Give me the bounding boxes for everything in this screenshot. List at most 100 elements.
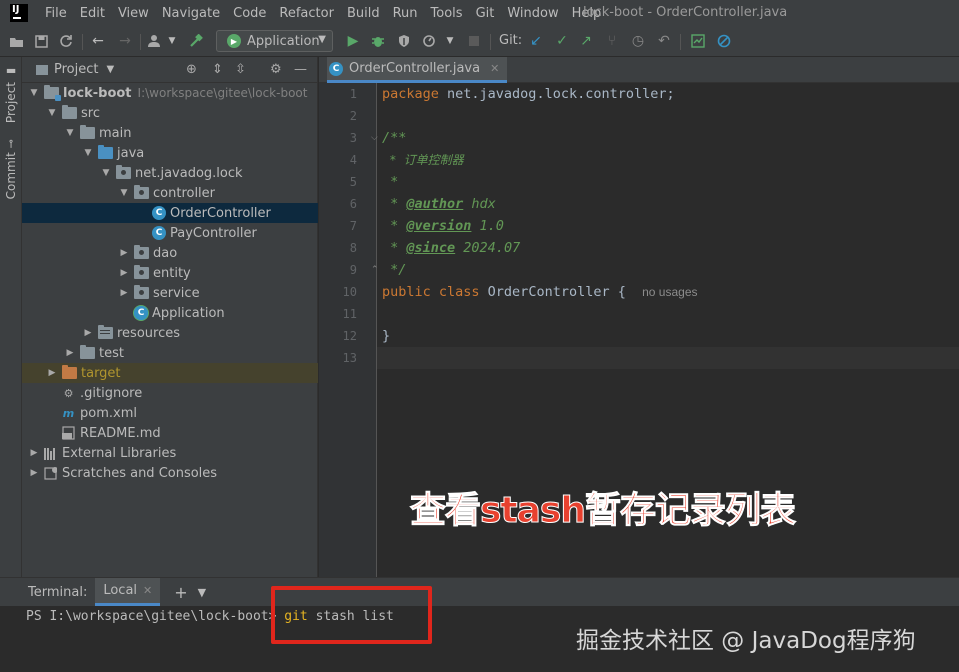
tree-item-label: OrderController [170,205,271,221]
tree-item-net-javadog-lock[interactable]: ▼ net.javadog.lock [22,163,318,183]
chevron-right-icon[interactable]: ▶ [82,328,94,338]
menu-code[interactable]: Code [226,6,272,21]
menu-view[interactable]: View [111,6,155,21]
project-view-selector[interactable]: Project [54,62,98,77]
tab-project-tool-window[interactable]: Project ▬ [1,65,21,123]
git-history-icon[interactable]: ◷ [630,33,646,49]
expand-all-icon[interactable]: ⇳ [235,62,246,77]
tree-item-readme[interactable]: README.md [22,423,318,443]
menu-run[interactable]: Run [386,6,424,21]
run-configuration-select[interactable]: ▶ Application ▼ [216,30,333,52]
menu-build[interactable]: Build [340,6,386,21]
application-config-icon: ▶ [227,34,241,48]
collapse-all-icon[interactable]: ⇕ [212,62,223,77]
run-icon[interactable]: ▶ [345,33,361,49]
menu-tools[interactable]: Tools [424,6,469,21]
chevron-down-icon[interactable]: ▼ [28,88,40,98]
package-icon [134,285,149,299]
chevron-down-icon[interactable]: ▼ [46,108,58,118]
chevron-down-icon[interactable]: ▼ [118,188,130,198]
tree-item-paycontroller[interactable]: C PayController [22,223,318,243]
no-entry-icon[interactable] [716,33,732,49]
menu-git[interactable]: Git [469,6,501,21]
java-class-icon: C [152,226,166,240]
chevron-down-icon[interactable]: ▼ [106,64,114,75]
menu-window[interactable]: Window [500,6,564,21]
close-icon[interactable]: ✕ [490,62,499,75]
activity-chart-icon[interactable] [690,33,706,49]
chevron-right-icon[interactable]: ▶ [28,448,40,458]
chevron-right-icon[interactable]: ▶ [118,268,130,278]
back-icon[interactable]: ← [90,33,106,49]
tree-item-test[interactable]: ▶ test [22,343,318,363]
tree-item-src[interactable]: ▼ src [22,103,318,123]
chevron-down-icon[interactable]: ▼ [198,586,206,599]
menu-file[interactable]: File [38,6,73,21]
menu-navigate[interactable]: Navigate [155,6,226,21]
forward-icon[interactable]: → [117,33,133,49]
save-all-icon[interactable] [33,33,49,49]
gear-icon[interactable]: ⚙ [270,62,282,77]
menu-edit[interactable]: Edit [73,6,111,21]
tree-item-resources[interactable]: ▶ resources [22,323,318,343]
locate-target-icon[interactable]: ⊕ [186,62,197,77]
tree-item-entity[interactable]: ▶ entity [22,263,318,283]
code-line-12: } [382,328,391,344]
git-push-icon[interactable]: ↗ [578,33,594,49]
tree-item-service[interactable]: ▶ service [22,283,318,303]
chevron-right-icon[interactable]: ▶ [118,288,130,298]
chevron-right-icon[interactable]: ▶ [118,248,130,258]
terminal-header: Terminal: Local ✕ + ▼ [0,578,959,606]
profiler-icon[interactable] [422,33,438,49]
menu-refactor[interactable]: Refactor [272,6,340,21]
tree-item-java[interactable]: ▼ java [22,143,318,163]
chevron-down-icon[interactable]: ▼ [100,168,112,178]
stop-icon[interactable] [466,33,482,49]
tree-item-target[interactable]: ▶ target [22,363,318,383]
coverage-shield-icon[interactable] [396,33,412,49]
fold-close-icon[interactable]: ⌃ [371,265,379,275]
chevron-right-icon[interactable]: ▶ [64,348,76,358]
library-icon [44,446,58,460]
project-tool-window: Project ▼ ⊕ ⇕ ⇳ ⚙ — ▼ lock-boot I:\works… [22,57,318,577]
tree-item-dao[interactable]: ▶ dao [22,243,318,263]
user-icon[interactable] [147,33,163,49]
hide-panel-icon[interactable]: — [294,62,307,77]
git-toolbar-label: Git: [499,33,523,48]
build-hammer-icon[interactable] [188,33,204,49]
tree-item-ordercontroller[interactable]: C OrderController [22,203,318,223]
sync-icon[interactable] [58,33,74,49]
tree-item-lock-boot[interactable]: ▼ lock-boot I:\workspace\gitee\lock-boot [22,83,318,103]
new-terminal-plus-icon[interactable]: + [174,583,187,602]
tree-item-main[interactable]: ▼ main [22,123,318,143]
tree-item-controller[interactable]: ▼ controller [22,183,318,203]
tab-commit-tool-window[interactable]: Commit ⊸ [1,139,21,199]
fold-open-icon[interactable]: ⌵ [371,133,378,143]
chevron-right-icon[interactable]: ▶ [46,368,58,378]
resources-folder-icon [98,325,113,339]
chevron-down-icon[interactable]: ▼ [442,33,458,49]
terminal-title: Terminal: [28,584,88,600]
line-number: 7 [349,219,357,233]
open-folder-icon[interactable] [8,33,24,49]
tree-item-label: test [99,345,124,361]
chevron-down-icon[interactable]: ▼ [164,33,180,49]
tree-item-scratches[interactable]: ▶ Scratches and Consoles [22,463,318,483]
tab-terminal-local[interactable]: Local ✕ [95,578,161,606]
git-update-icon[interactable]: ↙ [528,33,544,49]
tree-item-external-libraries[interactable]: ▶ External Libraries [22,443,318,463]
tree-item-pom-xml[interactable]: m pom.xml [22,403,318,423]
chevron-right-icon[interactable]: ▶ [28,468,40,478]
chevron-down-icon[interactable]: ▼ [64,128,76,138]
git-commit-check-icon[interactable]: ✓ [554,33,570,49]
tree-item-gitignore[interactable]: ⚙ .gitignore [22,383,318,403]
toolbar-divider [490,34,491,50]
git-merge-icon[interactable]: ⑂ [604,33,620,49]
java-class-icon: C [152,206,166,220]
tree-item-application[interactable]: C Application [22,303,318,323]
git-rollback-icon[interactable]: ↶ [656,33,672,49]
chevron-down-icon[interactable]: ▼ [82,148,94,158]
debug-bug-icon[interactable] [370,33,386,49]
close-icon[interactable]: ✕ [143,584,152,597]
tab-ordercontroller-java[interactable]: C OrderController.java ✕ [327,57,508,83]
